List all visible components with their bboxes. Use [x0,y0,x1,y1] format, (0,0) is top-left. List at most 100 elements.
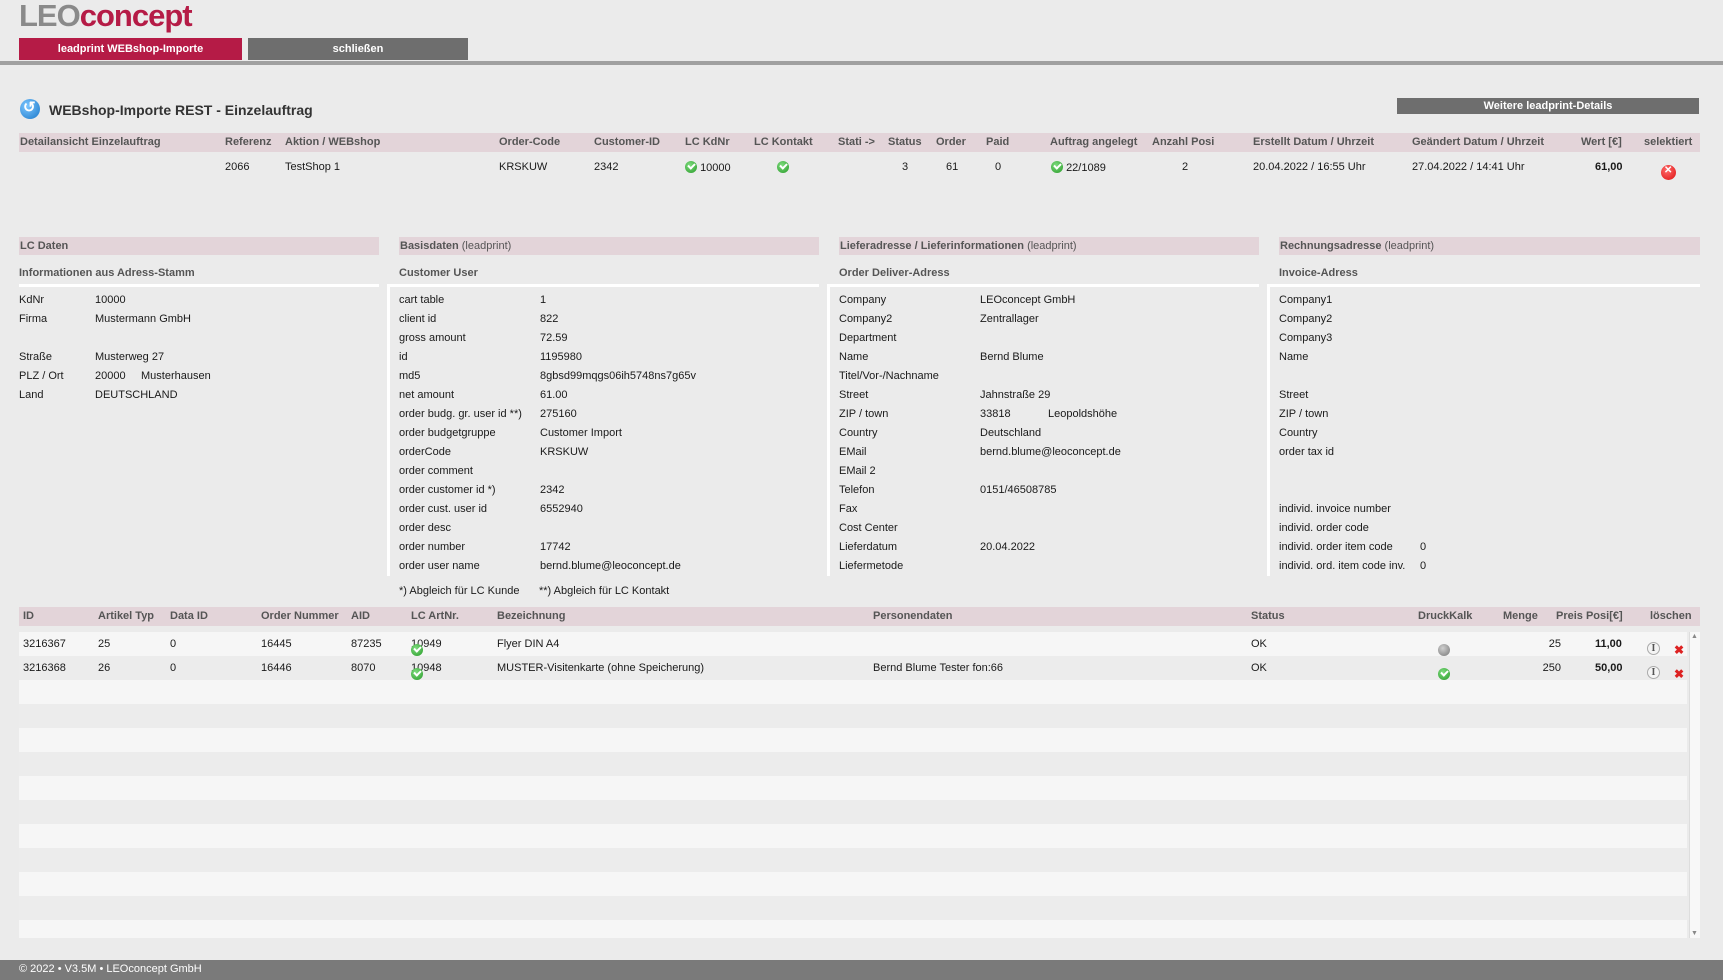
lc-ort: Musterhausen [141,370,211,382]
col-wert: Wert [€] [1581,136,1622,148]
col-stati: Stati -> [838,136,875,148]
col-geaendert: Geändert Datum / Uhrzeit [1412,136,1545,148]
empty-row [19,680,1687,704]
order-erstellt: 20.04.2022 / 16:55 Uhr [1253,161,1366,173]
col-druckkalk: DruckKalk [1418,610,1473,622]
col-order: Order [936,136,966,148]
scroll-down-icon[interactable]: ▼ [1691,930,1698,937]
check-icon [777,161,789,173]
empty-row [19,824,1687,848]
empty-row [19,752,1687,776]
basisdaten-sub: Customer User [399,267,478,279]
col-paid: Paid [986,136,1010,148]
col-detailansicht: Detailansicht Einzelauftrag [20,136,161,148]
order-wert: 61,00 [1595,161,1623,173]
lc-daten-sub: Informationen aus Adress-Stamm [19,267,195,279]
col-order-code: Order-Code [499,136,561,148]
col-aktion: Aktion / WEBshop [285,136,381,148]
divider [829,284,1259,287]
page-title: WEBshop-Importe REST - Einzelauftrag [49,102,313,118]
col-customer-id: Customer-ID [594,136,661,148]
col-preis-posi: Preis Posi[€] [1556,610,1623,622]
empty-row [19,896,1687,920]
rechnungsadresse-sub: Invoice-Adress [1279,267,1358,279]
divider [827,284,830,576]
order-lc-kdnr: 10000 [685,161,731,174]
lieferadresse-header: Lieferadresse / Lieferinformationen (lea… [839,237,1259,255]
lc-kdnr: 10000 [95,294,126,306]
deselect-icon[interactable] [1661,165,1676,180]
scroll-up-icon[interactable]: ▲ [1691,633,1698,640]
delete-icon[interactable]: ✖ [1674,643,1684,657]
order-code: KRSKUW [499,161,548,173]
close-button[interactable]: schließen [248,38,468,60]
table-scrollbar[interactable]: ▲ ▼ [1689,632,1700,938]
col-auftrag: Auftrag angelegt [1050,136,1138,148]
table-row[interactable]: 3216367 25 0 16445 87235 10949 Flyer DIN… [19,632,1687,657]
divider [19,284,379,287]
order-anzahl-posi: 2 [1182,161,1189,173]
order-lc-kontakt [777,161,789,174]
info-icon[interactable]: I [1647,666,1660,679]
table-row[interactable]: 3216368 26 0 16446 8070 10948 MUSTER-Vis… [19,656,1687,681]
col-referenz: Referenz [225,136,272,148]
druckkalk-pending-icon[interactable] [1438,644,1450,656]
divider [387,284,390,576]
col-aid: AID [351,610,370,622]
col-selektiert: selektiert [1644,136,1693,148]
empty-row [19,704,1687,728]
col-menge: Menge [1503,610,1538,622]
empty-row [19,848,1687,872]
order-paid: 0 [995,161,1002,173]
top-divider [0,61,1723,65]
tab-webshop-importe[interactable]: leadprint WEBshop-Importe [19,38,242,60]
rechnungsadresse-header: Rechnungsadresse (leadprint) [1279,237,1700,255]
order-aktion: TestShop 1 [285,161,341,173]
delete-icon[interactable]: ✖ [1674,667,1684,681]
empty-row [19,728,1687,752]
divider [1269,284,1700,287]
lieferadresse-sub: Order Deliver-Adress [839,267,950,279]
empty-row [19,800,1687,824]
order-row: 2066 TestShop 1 KRSKUW 2342 10000 3 61 0… [19,155,1700,180]
footnote-2: **) Abgleich für LC Kontakt [539,585,670,597]
more-details-button[interactable]: Weitere leadprint-Details [1397,98,1699,114]
lc-daten-header: LC Daten [19,237,379,255]
check-icon [411,644,423,656]
order-status: 3 [902,161,909,173]
col-lc-kontakt: LC Kontakt [754,136,813,148]
order-geaendert: 27.04.2022 / 14:41 Uhr [1412,161,1525,173]
col-data-id: Data ID [170,610,208,622]
col-loeschen: löschen [1650,610,1692,622]
check-icon [411,668,423,680]
col-status: Status [888,136,922,148]
order-auftrag: 22/1089 [1051,161,1106,174]
info-icon[interactable]: I [1647,642,1660,655]
empty-row [19,776,1687,800]
col-bezeichnung: Bezeichnung [497,610,566,622]
footer: © 2022 • V3.5M • LEOconcept GmbH [0,960,1723,980]
lc-land: DEUTSCHLAND [95,389,178,401]
druckkalk-ok-icon[interactable] [1438,668,1450,680]
empty-row [19,872,1687,896]
col-erstellt: Erstellt Datum / Uhrzeit [1253,136,1375,148]
divider [389,284,819,287]
col-artikel-typ: Artikel Typ [98,610,155,622]
col-personendaten: Personendaten [873,610,953,622]
col-lc-artnr: LC ArtNr. [411,610,459,622]
col-lc-kdnr: LC KdNr [685,136,730,148]
lc-plz: 20000 [95,370,126,382]
col-status: Status [1251,610,1285,622]
basisdaten-header: Basisdaten (leadprint) [399,237,819,255]
refresh-icon[interactable] [20,98,40,119]
order-header: Detailansicht Einzelauftrag Referenz Akt… [19,133,1700,152]
items-header: ID Artikel Typ Data ID Order Nummer AID … [19,607,1700,626]
check-icon [685,161,697,173]
divider [1267,284,1270,576]
order-referenz: 2066 [225,161,250,173]
footnote-1: *) Abgleich für LC Kunde [399,585,520,597]
col-anzahl-posi: Anzahl Posi [1152,136,1215,148]
lc-strasse: Musterweg 27 [95,351,165,363]
empty-row [19,920,1687,938]
check-icon [1051,161,1063,173]
